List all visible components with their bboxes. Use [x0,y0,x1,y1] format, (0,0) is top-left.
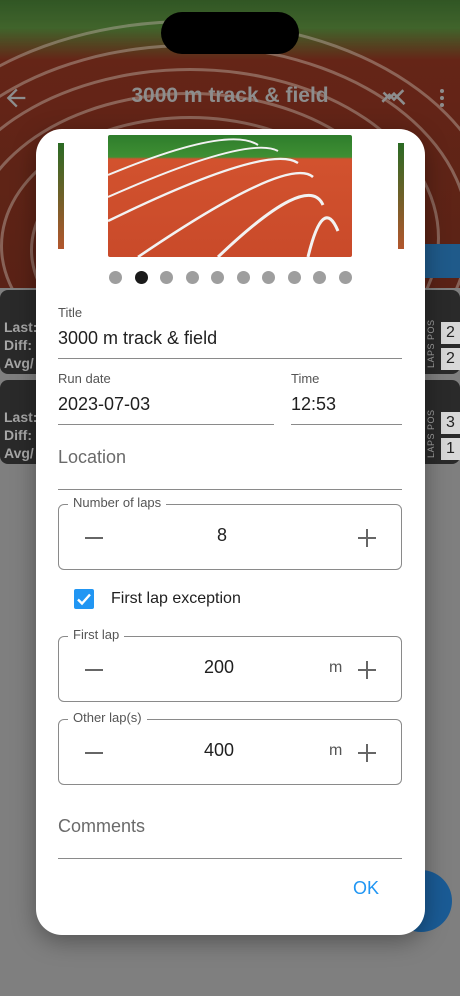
first-lap-exception-checkbox[interactable] [74,589,94,609]
next-photo[interactable] [398,143,404,249]
track-photo[interactable] [108,135,352,257]
carousel-dot[interactable] [313,271,327,284]
check-icon [77,593,91,606]
carousel-dot[interactable] [262,271,276,284]
more-vertical-icon[interactable] [430,84,454,112]
carousel-dot[interactable] [287,271,301,284]
run-date-input[interactable]: 2023-07-03 [58,394,274,415]
laps-value: 1 [441,438,460,460]
carousel-dot[interactable] [236,271,250,284]
time-field[interactable]: Time 12:53 [291,371,402,425]
carousel-dot[interactable] [211,271,225,284]
position-value: 3 [441,412,460,434]
first-lap-value-input[interactable]: 200 [204,657,234,678]
minus-icon [85,537,103,539]
location-field[interactable]: Location [58,447,402,490]
ok-button[interactable]: OK [342,873,390,903]
title-field[interactable]: Title 3000 m track & field [58,305,402,359]
other-laps-stepper: Other lap(s) 400 m [58,710,402,785]
other-laps-value-input[interactable]: 400 [204,740,234,761]
chart-line-icon[interactable] [380,82,408,110]
location-label: Location [58,447,127,467]
run-edit-dialog: Title 3000 m track & field Run date 2023… [36,129,425,935]
previous-photo[interactable] [58,143,64,249]
first-lap-exception-label[interactable]: First lap exception [111,590,241,608]
laps-value-input[interactable]: 8 [217,525,227,546]
run-date-field[interactable]: Run date 2023-07-03 [58,371,274,425]
title-input[interactable]: 3000 m track & field [58,328,402,349]
comments-label: Comments [58,816,146,836]
first-lap-unit: m [329,659,343,676]
minus-icon [85,669,103,671]
other-laps-unit: m [329,742,343,759]
laps-value: 2 [441,348,460,370]
carousel-dot[interactable] [109,271,123,284]
minus-icon [85,752,103,754]
comments-field[interactable]: Comments [58,816,402,859]
number-of-laps-stepper: Number of laps 8 [58,495,402,570]
carousel-dot[interactable] [185,271,199,284]
first-lap-stepper: First lap 200 m [58,627,402,702]
carousel-dot[interactable] [160,271,174,284]
position-value: 2 [441,322,460,344]
time-input[interactable]: 12:53 [291,394,402,415]
carousel-dot[interactable] [338,271,352,284]
carousel-dot-active[interactable] [134,271,148,284]
camera-notch [161,12,299,54]
photo-carousel[interactable] [36,129,425,259]
carousel-indicator [36,271,425,289]
